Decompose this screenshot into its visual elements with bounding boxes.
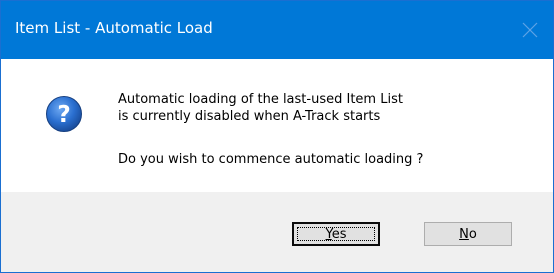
message-line-1: Automatic loading of the last-used Item … (118, 92, 403, 107)
button-bar: Yes No (1, 192, 553, 272)
message-text: Automatic loading of the last-used Item … (118, 91, 403, 125)
no-button[interactable]: No (424, 222, 512, 246)
close-button[interactable] (507, 1, 553, 59)
yes-button[interactable]: Yes (292, 222, 380, 246)
message-line-2: is currently disabled when A-Track start… (118, 109, 381, 124)
message-area: ? Automatic loading of the last-used Ite… (1, 59, 553, 192)
question-text: Do you wish to commence automatic loadin… (118, 152, 424, 167)
dialog-window: Item List - Automatic Load ? Automatic l… (0, 0, 554, 273)
close-icon (522, 22, 538, 38)
question-icon: ? (46, 96, 82, 132)
title-bar: Item List - Automatic Load (1, 1, 553, 59)
no-button-label: No (459, 226, 477, 242)
window-title: Item List - Automatic Load (15, 19, 213, 37)
svg-text:?: ? (57, 102, 70, 128)
focus-rectangle (297, 227, 375, 241)
